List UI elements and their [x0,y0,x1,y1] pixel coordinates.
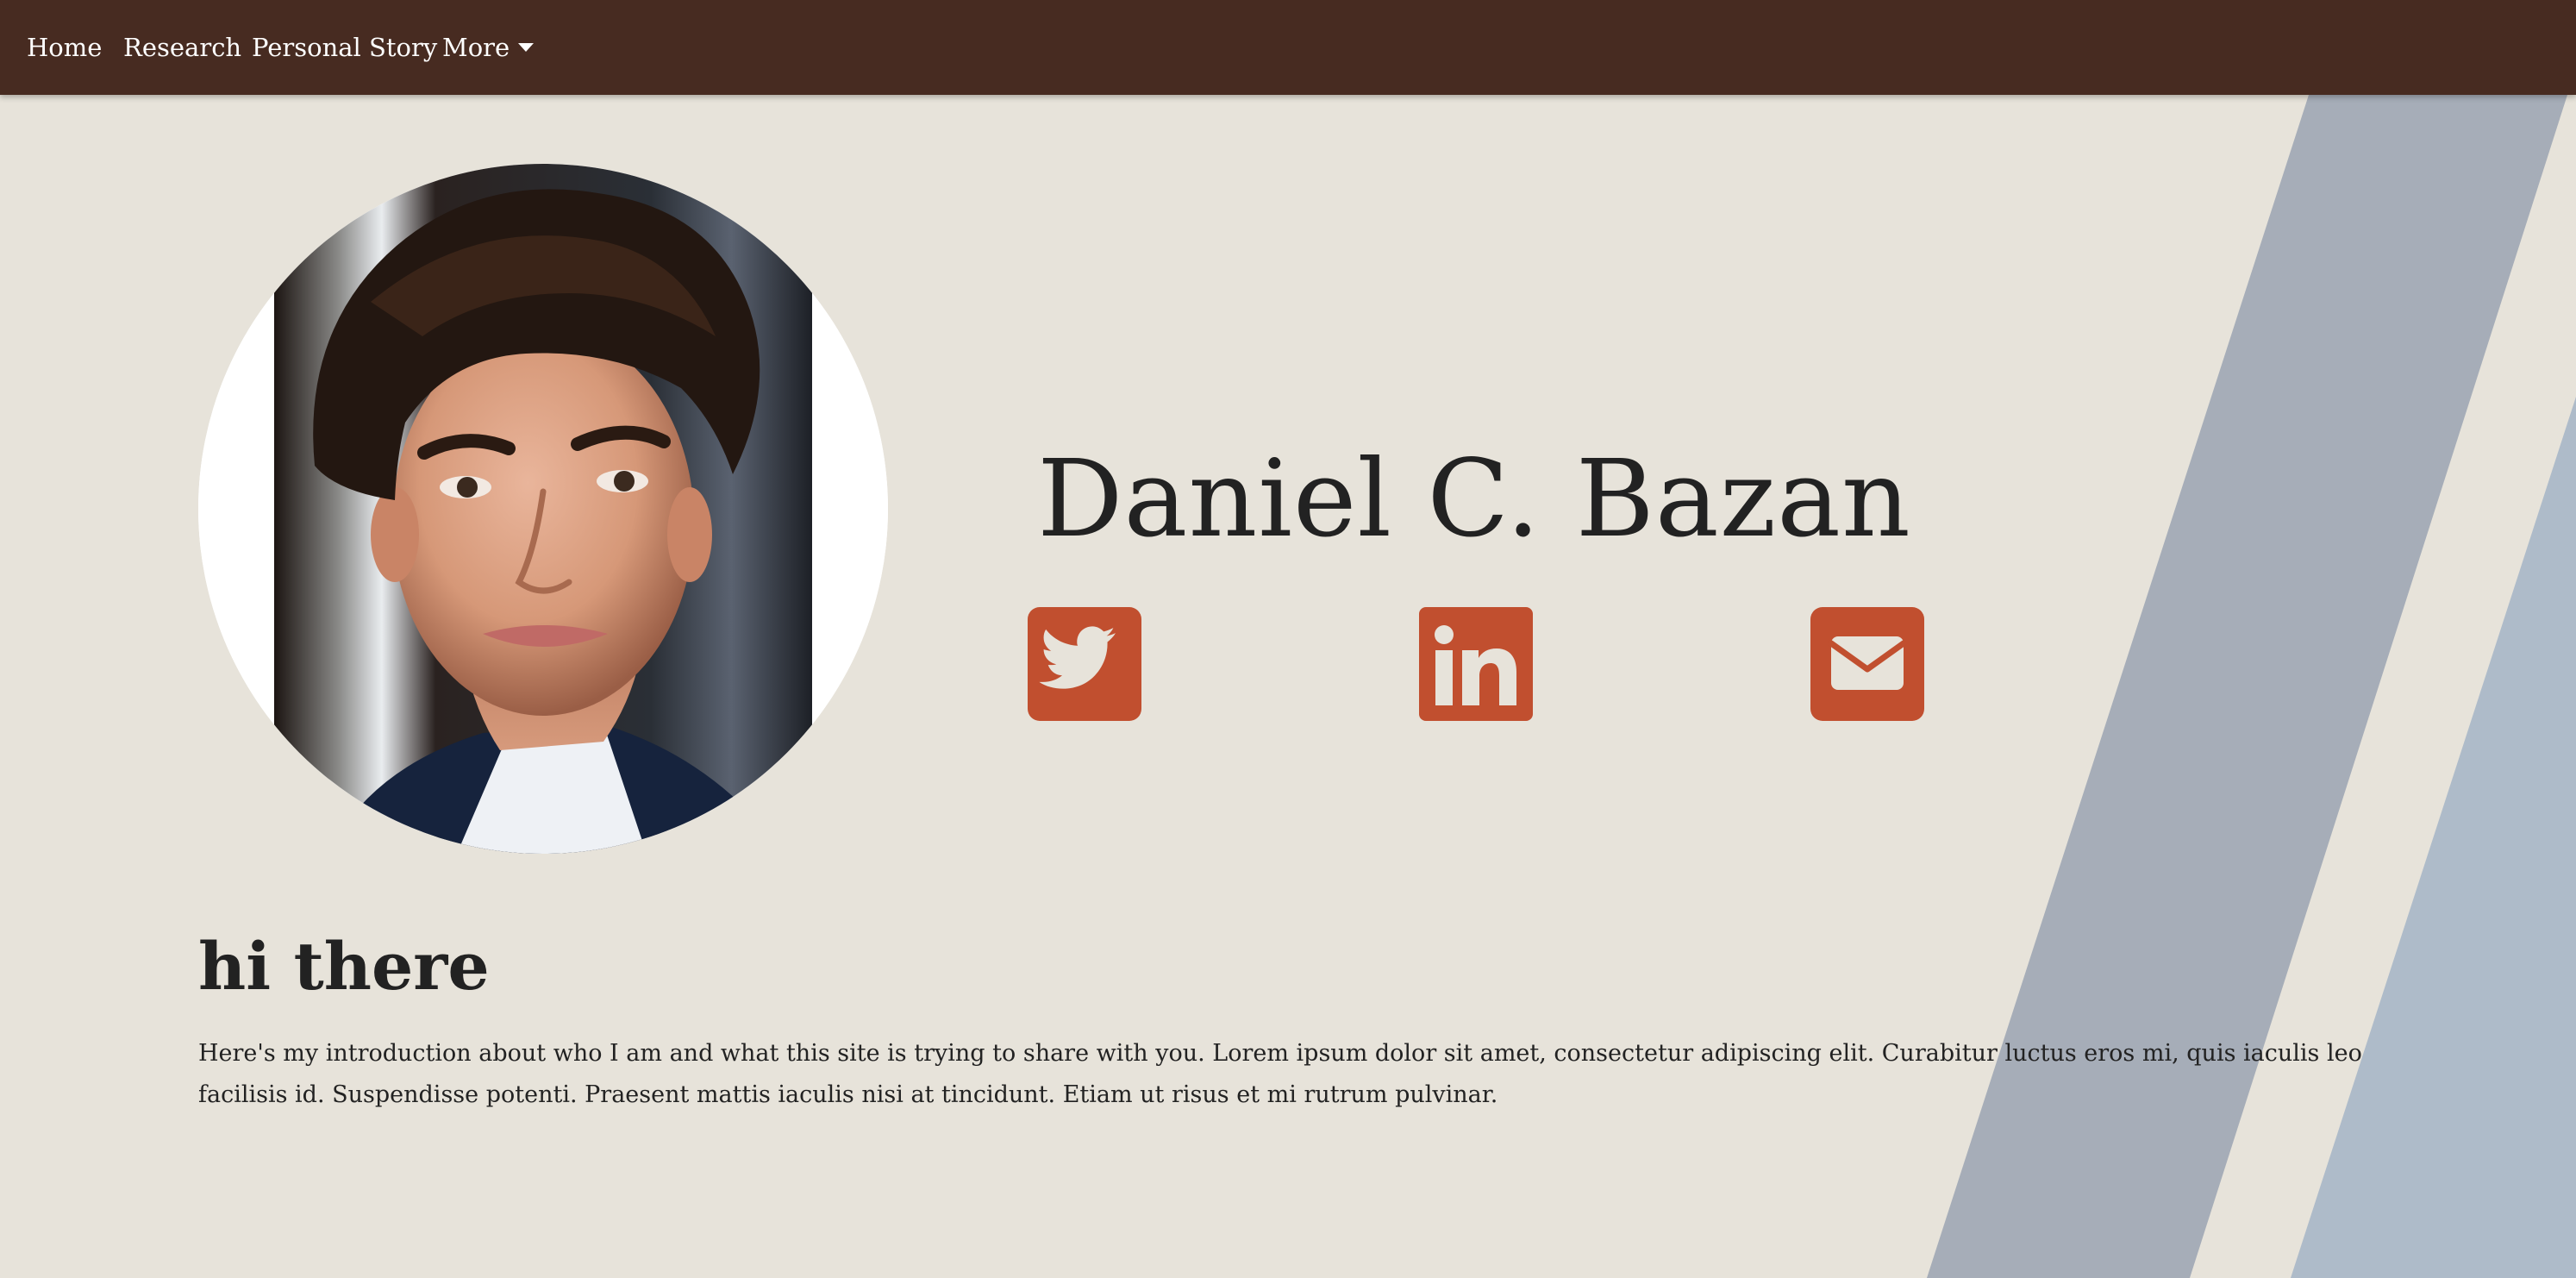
chevron-down-icon [518,43,535,52]
email-icon [1810,607,1924,721]
portrait-image [198,164,888,854]
twitter-link[interactable] [1028,607,1141,721]
site-owner-name: Daniel C. Bazan [1037,437,1911,561]
nav-research-link[interactable]: Research [123,0,241,95]
intro-heading: hi there [198,928,490,1005]
top-navbar: Home Research Personal Story More [0,0,2576,95]
profile-photo [198,164,888,854]
linkedin-link[interactable] [1419,607,1533,721]
nav-home-link[interactable]: Home [27,0,102,95]
email-link[interactable] [1810,607,1924,721]
twitter-icon [1028,607,1141,721]
linkedin-icon [1419,607,1533,721]
nav-more-label: More [442,33,510,62]
intro-paragraph: Here's my introduction about who I am an… [198,1040,2362,1108]
nav-more-dropdown[interactable]: More [442,0,535,95]
nav-personal-story-link[interactable]: Personal Story [252,0,437,95]
